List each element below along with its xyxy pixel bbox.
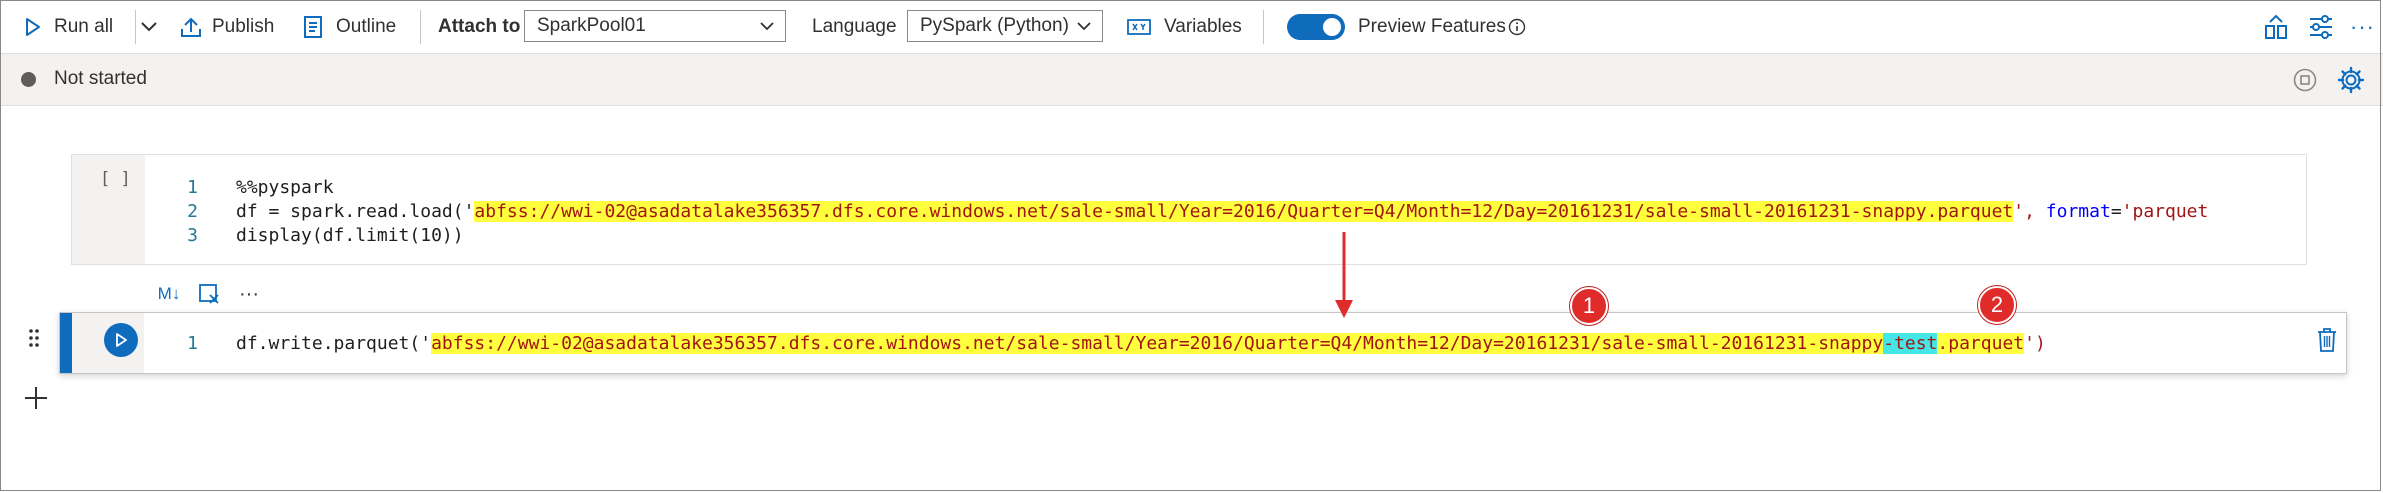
outline-label: Outline — [336, 15, 397, 37]
cell-gutter: [ ] — [72, 155, 145, 264]
code-cell-1[interactable]: [ ] 1 2 3 %%pyspark df = spark.read.load… — [71, 154, 2307, 265]
run-all-label: Run all — [54, 15, 114, 37]
code-line: display(df.limit(10)) — [236, 225, 464, 246]
run-all-button[interactable]: Run all — [20, 14, 113, 40]
cell-toolbar: M↓ ··· — [151, 274, 267, 314]
target-path-string: abfss://wwi-02@asadatalake356357.dfs.cor… — [431, 333, 1884, 354]
delete-cell-icon[interactable] — [2316, 327, 2338, 358]
line-number: 2 — [187, 201, 198, 222]
attach-to-value: SparkPool01 — [537, 15, 646, 36]
toolbar-divider — [1263, 10, 1264, 44]
preview-features-label: Preview Features — [1358, 15, 1506, 37]
upload-icon — [178, 14, 204, 40]
add-cell-icon[interactable] — [22, 384, 50, 417]
variables-label: Variables — [1164, 15, 1242, 37]
chevron-down-icon — [1076, 15, 1092, 37]
line-number: 3 — [187, 225, 198, 246]
session-status-bar: Not started — [0, 54, 2383, 106]
toggle-knob — [1323, 18, 1341, 36]
settings-sliders-icon[interactable] — [2307, 13, 2335, 46]
code-token: df = spark.read.load(' — [236, 201, 475, 222]
annotation-badge-2: 2 — [1978, 286, 2016, 324]
clear-output-icon[interactable] — [191, 278, 227, 310]
attach-to-select[interactable]: SparkPool01 — [524, 10, 786, 42]
preview-features-toggle[interactable] — [1287, 14, 1345, 40]
code-line: df.write.parquet('abfss://wwi-02@asadata… — [236, 333, 2046, 354]
properties-icon[interactable] — [2262, 12, 2290, 47]
chevron-down-icon — [759, 15, 775, 37]
code-token: ') — [2024, 333, 2046, 354]
toolbar-divider — [420, 10, 421, 44]
target-path-suffix: -test — [1883, 333, 1938, 354]
cell-gutter — [72, 313, 144, 373]
annotation-badge-1: 1 — [1570, 287, 1608, 325]
convert-to-markdown-button[interactable]: M↓ — [151, 278, 187, 310]
variables-button[interactable]: Variables — [1126, 14, 1242, 40]
code-token: format — [2045, 201, 2111, 222]
play-icon — [20, 14, 46, 40]
code-editor[interactable]: %%pyspark df = spark.read.load('abfss://… — [236, 177, 2306, 249]
source-path-string: abfss://wwi-02@asadatalake356357.dfs.cor… — [474, 201, 2014, 222]
code-line: %%pyspark — [236, 177, 334, 198]
annotation-arrow — [1335, 232, 1353, 318]
session-status-text: Not started — [54, 68, 147, 89]
code-token: = — [2110, 201, 2122, 222]
status-dot-icon — [21, 72, 36, 87]
language-value: PySpark (Python) — [920, 15, 1069, 36]
attach-to-label: Attach to — [438, 15, 521, 37]
stop-session-icon[interactable] — [2292, 67, 2318, 98]
publish-label: Publish — [212, 15, 275, 37]
outline-button[interactable]: Outline — [300, 14, 396, 40]
code-editor[interactable]: df.write.parquet('abfss://wwi-02@asadata… — [236, 333, 2046, 354]
run-cell-button[interactable] — [104, 323, 138, 357]
more-options-button[interactable]: ··· — [231, 278, 267, 310]
chevron-down-icon — [136, 14, 162, 40]
language-select[interactable]: PySpark (Python) — [907, 10, 1103, 42]
publish-button[interactable]: Publish — [178, 14, 274, 40]
outline-icon — [300, 14, 326, 40]
drag-handle-icon[interactable] — [28, 328, 40, 353]
code-token: ', — [2013, 201, 2046, 222]
execution-count: [ ] — [100, 169, 131, 189]
session-settings-icon[interactable] — [2337, 66, 2365, 99]
active-cell-indicator — [60, 313, 72, 373]
run-options-dropdown[interactable] — [136, 14, 162, 40]
line-number: 1 — [187, 333, 198, 354]
variables-icon — [1126, 14, 1152, 40]
code-token: df.write.parquet(' — [236, 333, 432, 354]
notebook-toolbar: Run all Publish Outline Attach to SparkP… — [0, 0, 2383, 54]
play-icon — [116, 333, 127, 347]
target-path-extension: .parquet — [1937, 333, 2025, 354]
info-icon[interactable] — [1508, 18, 1526, 36]
more-icon[interactable]: ··· — [2350, 14, 2375, 40]
line-number: 1 — [187, 177, 198, 198]
code-line: df = spark.read.load('abfss://wwi-02@asa… — [236, 201, 2306, 225]
code-token: 'parquet — [2121, 201, 2209, 222]
language-label: Language — [812, 15, 897, 37]
